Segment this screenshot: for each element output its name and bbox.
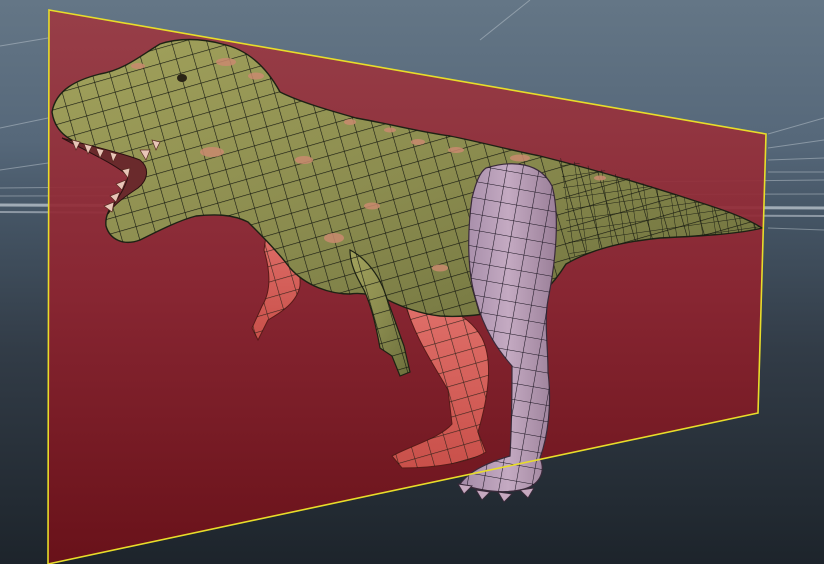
eye <box>177 74 187 82</box>
viewport-3d[interactable] <box>0 0 824 564</box>
